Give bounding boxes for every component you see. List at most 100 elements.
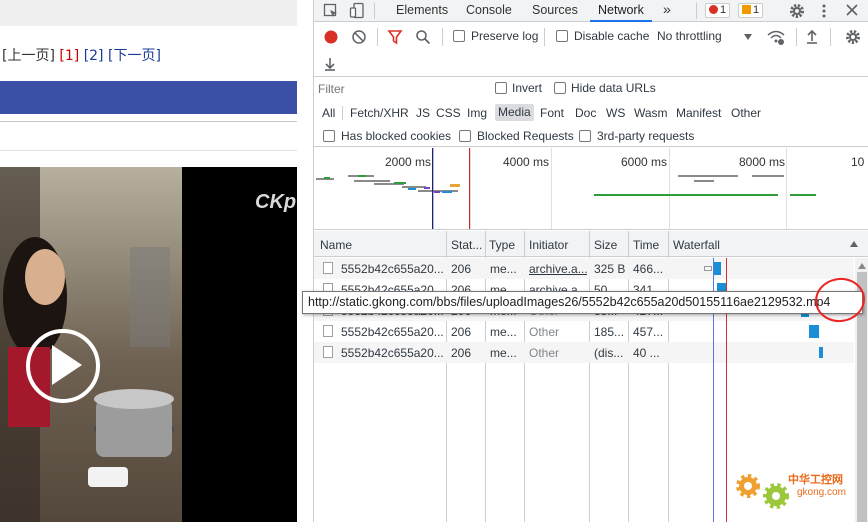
web-page: [上一页] [1] [2] [下一页] CKp (0, 0, 297, 522)
logo-chinese-text: 中华工控网 (788, 473, 843, 486)
type-js[interactable]: JS (416, 106, 430, 120)
row-size: 325 B (594, 262, 626, 276)
devtools-panel: Elements Console Sources Network » 1 1 P… (313, 0, 868, 522)
disable-cache-checkbox[interactable] (556, 30, 568, 42)
devtools-tabbar: Elements Console Sources Network » 1 1 (314, 0, 868, 22)
requests-table-header: Name Stat... Type Initiator Size Time Wa… (314, 231, 868, 257)
settings-gear-icon[interactable] (788, 2, 806, 20)
type-ws[interactable]: WS (606, 106, 625, 120)
waterfall-wait (704, 266, 712, 271)
tab-elements[interactable]: Elements (396, 3, 448, 17)
divider (696, 3, 697, 19)
table-row[interactable]: 5552b42c655a20... 206 me... Other (dis..… (314, 342, 854, 363)
column-type-header[interactable]: Type (489, 238, 515, 252)
blocked-filters: Has blocked cookies Blocked Requests 3rd… (314, 125, 868, 147)
disable-cache-label: Disable cache (574, 29, 650, 43)
tab-network[interactable]: Network (598, 3, 644, 17)
more-tabs-icon[interactable]: » (663, 1, 671, 17)
waterfall-bar (713, 262, 721, 275)
inspect-element-icon[interactable] (323, 3, 339, 19)
import-har-icon[interactable] (804, 28, 820, 46)
chevron-down-icon[interactable] (743, 33, 753, 41)
column-name-header[interactable]: Name (320, 238, 352, 252)
waterfall-bar (819, 347, 823, 358)
more-options-icon[interactable] (819, 2, 829, 20)
type-media[interactable]: Media (495, 104, 534, 121)
record-icon[interactable] (323, 29, 339, 45)
table-row[interactable]: 5552b42c655a20... 206 me... Other 185...… (314, 321, 854, 342)
column-initiator-header[interactable]: Initiator (529, 238, 568, 252)
prev-page-link[interactable]: [上一页] (2, 48, 55, 64)
row-initiator[interactable]: archive.a... (529, 262, 587, 276)
tab-console[interactable]: Console (466, 3, 512, 17)
type-css[interactable]: CSS (436, 106, 461, 120)
row-time: 40 ... (633, 346, 660, 360)
scroll-up-icon[interactable] (857, 262, 867, 270)
row-time: 466... (633, 262, 664, 276)
row-name[interactable]: 5552b42c655a20... (341, 346, 444, 360)
row-status: 206 (451, 262, 472, 276)
row-status: 206 (451, 325, 472, 339)
page-1-link[interactable]: [1] (59, 48, 79, 64)
row-name[interactable]: 5552b42c655a20... (341, 325, 444, 339)
divider (442, 28, 443, 46)
divider (377, 28, 378, 46)
row-size: (dis... (594, 346, 624, 360)
video-player[interactable]: CKp (0, 167, 297, 522)
type-other[interactable]: Other (731, 106, 761, 120)
filter-icon[interactable] (387, 29, 403, 45)
row-name[interactable]: 5552b42c655a20... (341, 262, 444, 276)
file-icon (323, 325, 333, 337)
throttling-select[interactable]: No throttling (657, 29, 722, 43)
pagination: [上一页] [1] [2] [下一页] (2, 45, 161, 65)
page-2-link[interactable]: [2] (84, 48, 104, 64)
network-conditions-icon[interactable] (766, 28, 786, 46)
column-time-header[interactable]: Time (633, 238, 659, 252)
filter-input[interactable] (318, 80, 482, 98)
network-overview[interactable]: 2000 ms 4000 ms 6000 ms 8000 ms 10 (314, 148, 868, 230)
row-initiator: Other (529, 346, 560, 360)
column-status-header[interactable]: Stat... (451, 238, 482, 252)
row-type: me... (490, 346, 517, 360)
warning-count-badge[interactable]: 1 (738, 3, 764, 18)
search-icon[interactable] (415, 29, 431, 45)
play-icon[interactable] (52, 345, 82, 385)
resource-type-filters: All Fetch/XHR JS CSS Img Media Font Doc … (314, 101, 868, 123)
column-waterfall-header[interactable]: Waterfall (673, 238, 720, 252)
export-har-icon[interactable] (322, 55, 338, 73)
error-count: 1 (720, 4, 727, 16)
page-blue-bar (0, 81, 297, 114)
type-all[interactable]: All (322, 106, 335, 120)
table-row[interactable]: 5552b42c655a20... 206 me... archive.a...… (314, 258, 854, 279)
divider (0, 121, 297, 122)
hide-data-urls-checkbox[interactable] (554, 82, 566, 94)
divider (374, 3, 375, 19)
sort-ascending-icon[interactable] (849, 240, 859, 248)
close-icon[interactable] (845, 3, 859, 17)
device-toolbar-icon[interactable] (349, 2, 365, 20)
type-fetch-xhr[interactable]: Fetch/XHR (350, 106, 409, 120)
third-party-label: 3rd-party requests (597, 129, 695, 143)
type-font[interactable]: Font (540, 106, 564, 120)
waterfall-bar (809, 325, 819, 338)
preserve-log-checkbox[interactable] (453, 30, 465, 42)
filter-bar: Invert Hide data URLs (314, 78, 868, 99)
row-size: 185... (594, 325, 625, 339)
type-doc[interactable]: Doc (575, 106, 596, 120)
file-icon (323, 346, 333, 358)
page-top-strip (0, 0, 297, 26)
has-blocked-cookies-checkbox[interactable] (323, 130, 335, 142)
clear-icon[interactable] (351, 29, 367, 45)
network-settings-gear-icon[interactable] (844, 28, 862, 46)
tab-sources[interactable]: Sources (532, 3, 578, 17)
invert-label: Invert (512, 81, 543, 95)
invert-checkbox[interactable] (495, 82, 507, 94)
type-manifest[interactable]: Manifest (676, 106, 721, 120)
column-size-header[interactable]: Size (594, 238, 617, 252)
error-count-badge[interactable]: 1 (705, 3, 731, 18)
type-wasm[interactable]: Wasm (634, 106, 668, 120)
blocked-requests-checkbox[interactable] (459, 130, 471, 142)
next-page-link[interactable]: [下一页] (108, 48, 161, 64)
third-party-checkbox[interactable] (579, 130, 591, 142)
type-img[interactable]: Img (467, 106, 487, 120)
